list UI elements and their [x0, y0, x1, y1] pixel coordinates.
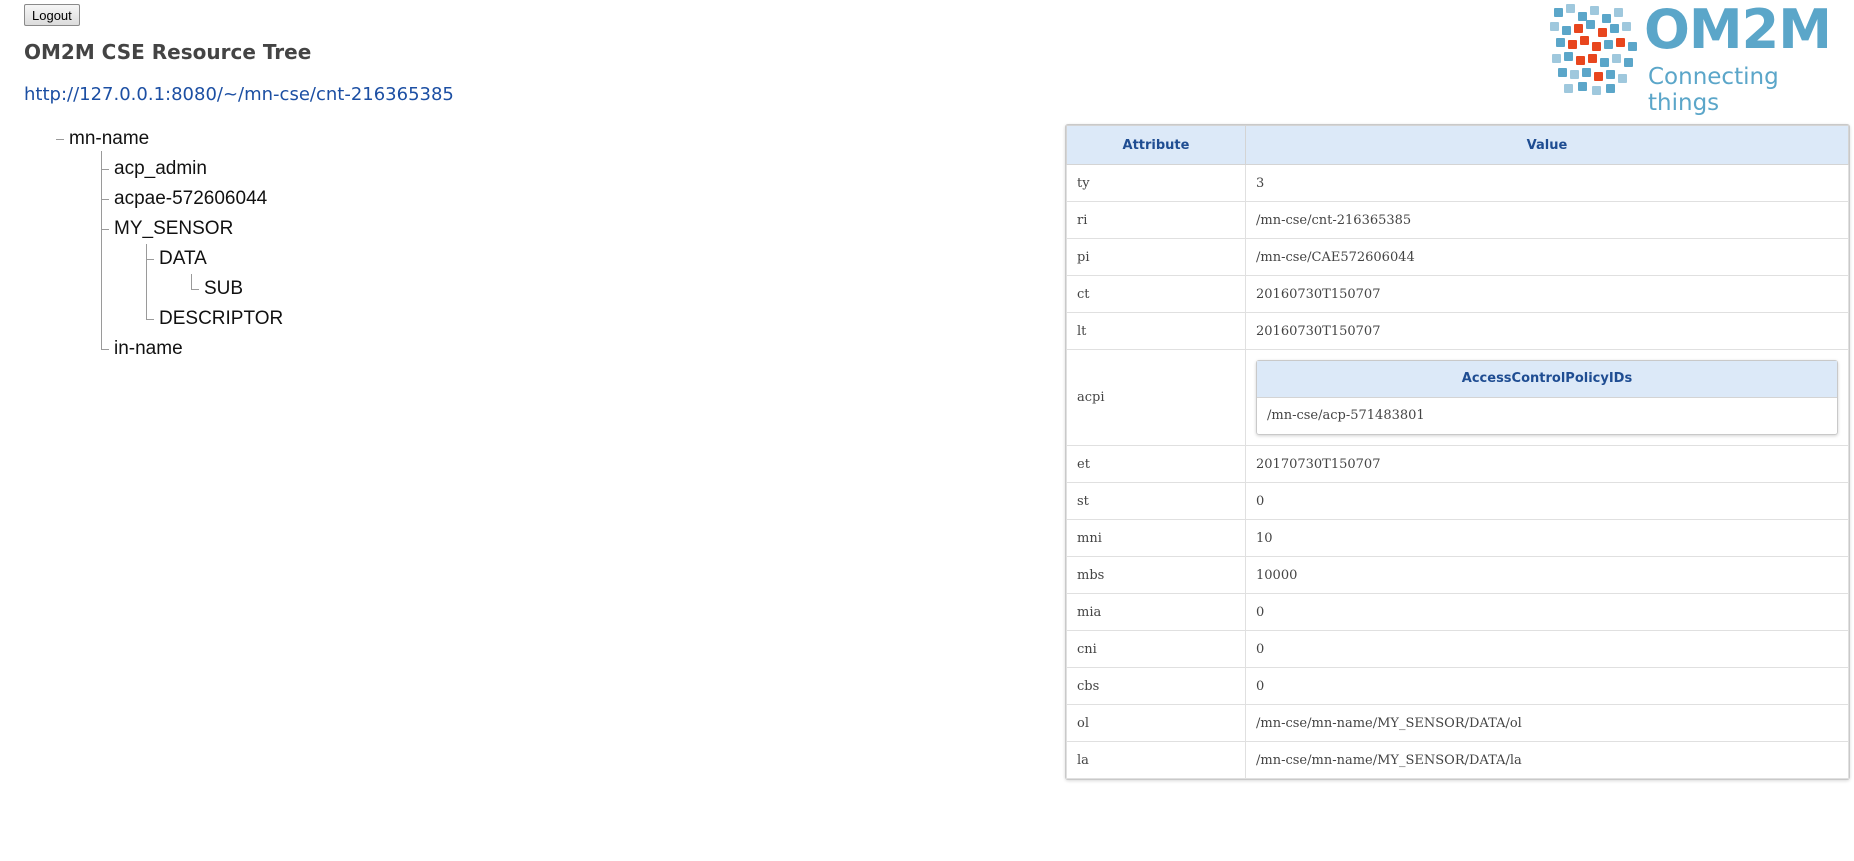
attr-value: 10: [1245, 519, 1849, 557]
attr-key: mia: [1066, 593, 1246, 631]
tree-node-mn-name[interactable]: mn-name: [69, 128, 149, 150]
logout-button[interactable]: Logout: [24, 4, 80, 26]
attr-value: 10000: [1245, 556, 1849, 594]
attr-key: lt: [1066, 312, 1246, 350]
attr-key: ri: [1066, 201, 1246, 239]
attribute-column-header: Attribute: [1066, 125, 1246, 165]
tree-node-acp-admin[interactable]: acp_admin: [114, 158, 207, 180]
tree-node-in-name[interactable]: in-name: [114, 338, 183, 360]
attr-key: cbs: [1066, 667, 1246, 705]
acpi-subtable: AccessControlPolicyIDs /mn-cse/acp-57148…: [1256, 360, 1838, 435]
attr-value: 20170730T150707: [1245, 445, 1849, 483]
attr-value: /mn-cse/CAE572606044: [1245, 238, 1849, 276]
attr-value: 20160730T150707: [1245, 275, 1849, 313]
table-row: pi/mn-cse/CAE572606044: [1066, 238, 1849, 276]
attr-value: /mn-cse/cnt-216365385: [1245, 201, 1849, 239]
table-row: ty 3: [1066, 164, 1849, 202]
tree-node-sub[interactable]: SUB: [204, 278, 243, 300]
table-row: lt 20160730T150707: [1066, 312, 1849, 350]
attr-key: pi: [1066, 238, 1246, 276]
attr-key: et: [1066, 445, 1246, 483]
logo-mark-icon: [1550, 4, 1638, 96]
table-row: et 20170730T150707: [1066, 445, 1849, 483]
tree-node-descriptor[interactable]: DESCRIPTOR: [159, 308, 283, 330]
attr-key: st: [1066, 482, 1246, 520]
attr-value: 20160730T150707: [1245, 312, 1849, 350]
attr-value: 0: [1245, 667, 1849, 705]
table-row: mia 0: [1066, 593, 1849, 631]
attr-key: mbs: [1066, 556, 1246, 594]
tree-node-acpae[interactable]: acpae-572606044: [114, 188, 267, 210]
table-row: mni 10: [1066, 519, 1849, 557]
logo-tagline: Connecting things: [1648, 64, 1779, 116]
attr-value: 0: [1245, 630, 1849, 668]
table-row: acpi AccessControlPolicyIDs /mn-cse/acp-…: [1066, 349, 1849, 446]
acpi-id: /mn-cse/acp-571483801: [1267, 408, 1425, 423]
attr-key: mni: [1066, 519, 1246, 557]
attr-key: ty: [1066, 164, 1246, 202]
table-row: ct 20160730T150707: [1066, 275, 1849, 313]
tree-node-data[interactable]: DATA: [159, 248, 207, 270]
table-row: cni 0: [1066, 630, 1849, 668]
value-column-header: Value: [1245, 125, 1849, 165]
tree-node-my-sensor[interactable]: MY_SENSOR: [114, 218, 233, 240]
table-row: ol/mn-cse/mn-name/MY_SENSOR/DATA/ol: [1066, 704, 1849, 742]
attr-value: 0: [1245, 593, 1849, 631]
om2m-logo: OM2M Connecting things: [1550, 0, 1850, 116]
table-row: ri/mn-cse/cnt-216365385: [1066, 201, 1849, 239]
page-title: OM2M CSE Resource Tree: [24, 40, 312, 64]
resource-url: http://127.0.0.1:8080/~/mn-cse/cnt-21636…: [24, 84, 454, 105]
table-row: cbs 0: [1066, 667, 1849, 705]
logo-wordmark: OM2M: [1644, 0, 1832, 61]
attr-value: AccessControlPolicyIDs /mn-cse/acp-57148…: [1245, 349, 1849, 446]
table-row: mbs 10000: [1066, 556, 1849, 594]
attr-value: /mn-cse/mn-name/MY_SENSOR/DATA/ol: [1245, 704, 1849, 742]
attr-key: cni: [1066, 630, 1246, 668]
attr-key: ct: [1066, 275, 1246, 313]
table-row: la/mn-cse/mn-name/MY_SENSOR/DATA/la: [1066, 741, 1849, 779]
attr-key: acpi: [1066, 349, 1246, 446]
attribute-table: Attribute Value ty 3 ri/mn-cse/cnt-216365…: [1065, 124, 1850, 780]
attr-value: 0: [1245, 482, 1849, 520]
acpi-header: AccessControlPolicyIDs: [1257, 361, 1837, 398]
table-row: st 0: [1066, 482, 1849, 520]
attr-value: 3: [1245, 164, 1849, 202]
attr-key: la: [1066, 741, 1246, 779]
attr-value: /mn-cse/mn-name/MY_SENSOR/DATA/la: [1245, 741, 1849, 779]
attr-key: ol: [1066, 704, 1246, 742]
